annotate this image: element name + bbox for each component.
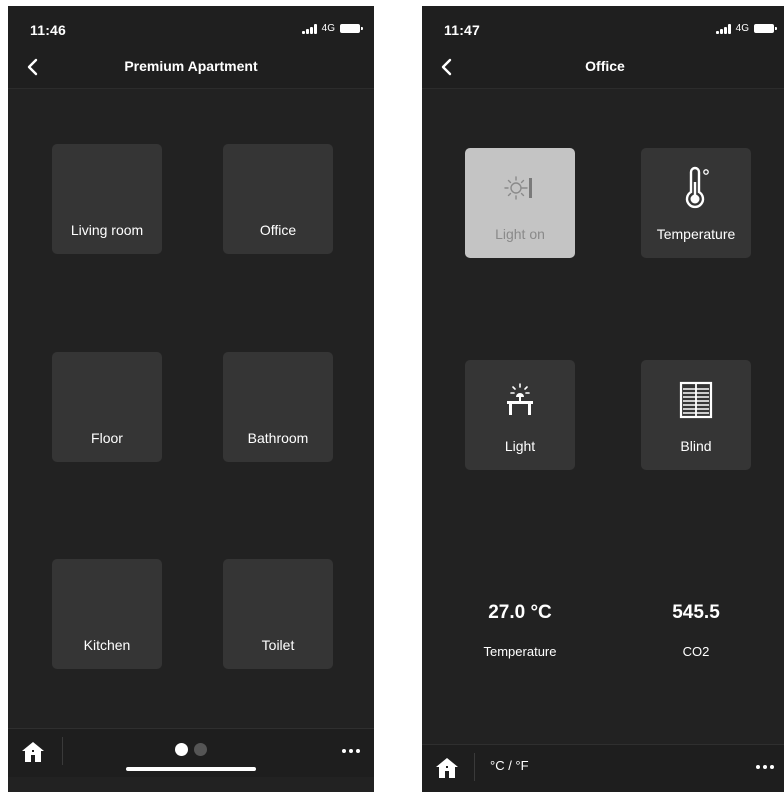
device-label: Temperature <box>656 226 736 242</box>
page-title: Office <box>585 58 625 74</box>
network-type: 4G <box>735 23 749 34</box>
room-label: Toilet <box>261 637 295 653</box>
navigation-bar: Office <box>422 46 784 89</box>
status-indicators: 4G <box>715 23 777 34</box>
more-options-button[interactable] <box>752 755 778 779</box>
reading-label: Temperature <box>483 644 557 659</box>
thermometer-icon <box>641 166 751 209</box>
blind-icon <box>641 380 751 420</box>
dot <box>342 749 346 753</box>
room-label: Living room <box>70 222 144 238</box>
chevron-left-icon <box>441 58 452 76</box>
status-bar: 11:47 4G <box>422 6 784 46</box>
device-label: Light on <box>495 226 545 242</box>
status-bar: 11:46 4G <box>8 6 374 46</box>
network-type: 4G <box>321 23 335 34</box>
more-options-button[interactable] <box>338 739 364 763</box>
back-button[interactable] <box>20 54 46 80</box>
dot <box>770 765 774 769</box>
reading-temperature: 27.0 °C Temperature <box>445 602 595 659</box>
battery-icon <box>340 24 363 33</box>
status-time: 11:47 <box>444 22 481 38</box>
page-dot-2[interactable] <box>194 743 207 756</box>
reading-co2: 545.5 CO2 <box>621 602 771 659</box>
status-time: 11:46 <box>30 22 67 38</box>
navigation-bar: Premium Apartment <box>8 46 374 89</box>
device-tile-light[interactable]: Light <box>465 360 575 470</box>
room-label: Floor <box>91 430 123 446</box>
bulb-switch-icon <box>465 168 575 208</box>
signal-icon <box>715 23 731 34</box>
room-tile-living-room[interactable]: Living room <box>52 144 162 254</box>
battery-icon <box>754 24 777 33</box>
chevron-left-icon <box>27 58 38 76</box>
device-tile-blind[interactable]: Blind <box>641 360 751 470</box>
reading-value: 545.5 <box>672 602 720 623</box>
temperature-unit-toggle[interactable]: °C / °F <box>490 758 529 773</box>
home-button[interactable] <box>434 755 460 781</box>
room-label: Kitchen <box>83 637 131 653</box>
device-label: Blind <box>680 438 712 454</box>
back-button[interactable] <box>434 54 460 80</box>
signal-icon <box>301 23 317 34</box>
page-dot-1[interactable] <box>175 743 188 756</box>
dot <box>763 765 767 769</box>
bottom-toolbar <box>8 728 374 777</box>
home-icon <box>436 758 458 778</box>
status-indicators: 4G <box>301 23 363 34</box>
room-tile-kitchen[interactable]: Kitchen <box>52 559 162 669</box>
home-indicator[interactable] <box>126 767 256 771</box>
dot <box>349 749 353 753</box>
page-indicator <box>8 743 374 756</box>
dot <box>356 749 360 753</box>
desk-lamp-icon <box>465 380 575 420</box>
device-tile-light-on[interactable]: Light on <box>465 148 575 258</box>
room-label: Bathroom <box>247 430 309 446</box>
device-label: Light <box>504 438 536 454</box>
phone-screen-office: 11:47 4G Office Light on Temperature Lig… <box>422 6 784 792</box>
bottom-toolbar: °C / °F <box>422 744 784 792</box>
page-title: Premium Apartment <box>124 58 258 74</box>
room-tile-bathroom[interactable]: Bathroom <box>223 352 333 462</box>
device-tile-temperature[interactable]: Temperature <box>641 148 751 258</box>
phone-screen-premium-apartment: 11:46 4G Premium Apartment Living room O… <box>8 6 374 792</box>
room-tile-office[interactable]: Office <box>223 144 333 254</box>
room-tile-floor[interactable]: Floor <box>52 352 162 462</box>
reading-label: CO2 <box>682 644 710 659</box>
room-tile-toilet[interactable]: Toilet <box>223 559 333 669</box>
room-label: Office <box>259 222 297 238</box>
reading-value: 27.0 °C <box>488 602 552 623</box>
toolbar-divider <box>474 753 475 781</box>
dot <box>756 765 760 769</box>
